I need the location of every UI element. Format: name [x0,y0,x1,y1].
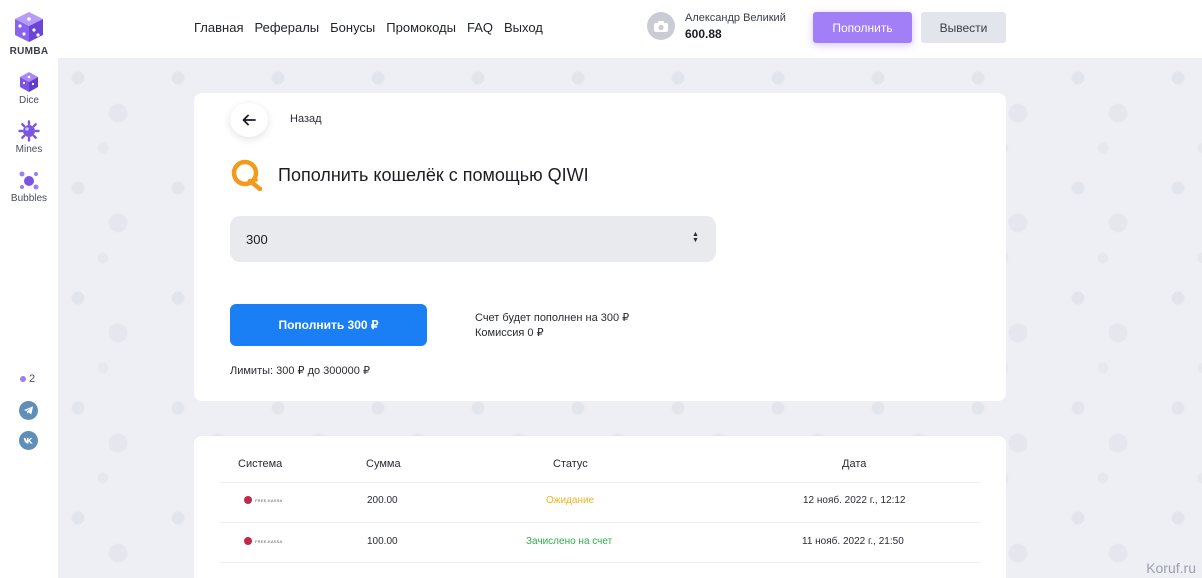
user-info: Александр Великий 600.88 [685,12,786,41]
column-header-system: Система [238,458,283,470]
online-counter: 2 [20,373,35,385]
row-divider [220,562,980,563]
credit-amount-text: Счет будет пополнен на 300 ₽ [475,312,630,324]
column-header-status: Статус [553,458,588,470]
online-count: 2 [29,373,36,385]
system-name: FREE-KASSA [255,538,283,544]
bubbles-icon [19,171,39,190]
row-divider [220,522,980,523]
freekassa-icon [244,537,252,545]
status-badge: Ожидание [546,495,595,506]
telegram-plane-icon [23,406,34,415]
date-cell: 12 нояб. 2022 г., 12:12 [803,495,906,506]
page-title: Пополнить кошелёк с помощью QIWI [278,165,589,185]
nav-link-referrals[interactable]: Рефералы [254,20,319,35]
amount-cell: 200.00 [367,495,398,506]
sidebar-item-dice[interactable]: Dice [18,71,40,106]
dice-icon [20,72,38,92]
freekassa-icon [244,496,252,504]
deposit-button[interactable]: Пополнить [813,12,912,43]
sidebar-item-mines[interactable]: Mines [15,120,43,155]
arrow-left-icon [242,114,256,126]
top-nav: Главная Рефералы Бонусы Промокоды FAQ Вы… [194,20,543,35]
sidebar-item-label: Mines [15,144,43,155]
amount-input[interactable] [230,216,716,262]
mine-icon [18,120,40,142]
back-label[interactable]: Назад [290,113,322,125]
sidebar-item-bubbles[interactable]: Bubbles [11,169,47,204]
column-header-date: Дата [842,458,867,470]
telegram-icon[interactable] [19,401,38,420]
amount-cell: 100.00 [367,536,398,547]
commission-text: Комиссия 0 ₽ [475,327,544,339]
sidebar-item-label: Bubbles [10,193,48,204]
column-header-amount: Сумма [366,458,401,470]
user-balance: 600.88 [685,26,722,41]
row-divider [220,482,980,483]
vk-icon[interactable] [19,431,38,450]
system-logo: FREE-KASSA [244,537,282,545]
user-name: Александр Великий [685,11,786,24]
logo[interactable]: RUMBA [10,10,49,57]
back-button[interactable] [230,103,268,137]
nav-link-home[interactable]: Главная [194,20,243,35]
system-name: FREE-KASSA [255,497,283,503]
withdraw-button[interactable]: Вывести [921,12,1006,43]
logo-label: RUMBA [9,46,49,57]
history-table: Система Сумма Статус Дата FREE-KASSA 200… [194,436,1006,578]
online-dot-icon [20,376,26,382]
dice-logo-icon [15,12,43,42]
limits-text: Лимиты: 300 ₽ до 300000 ₽ [230,365,370,377]
nav-link-bonuses[interactable]: Бонусы [330,20,375,35]
watermark: Koruf.ru [1146,560,1196,576]
sidebar: RUMBA Dice Mines Bubbles 2 [0,0,58,578]
stepper-down-icon[interactable]: ▼ [692,237,699,244]
payment-summary: Счет будет пополнен на 300 ₽ Комиссия 0 … [475,311,629,341]
header: Главная Рефералы Бонусы Промокоды FAQ Вы… [58,0,1202,58]
vk-logo-icon [23,437,33,444]
avatar[interactable] [647,12,675,40]
camera-icon [654,20,668,32]
sidebar-item-label: Dice [18,95,39,106]
nav-link-faq[interactable]: FAQ [467,20,493,35]
nav-link-promocodes[interactable]: Промокоды [386,20,456,35]
deposit-card: Назад Пополнить кошелёк с помощью QIWI ▲… [194,93,1006,401]
amount-stepper[interactable]: ▲ ▼ [692,231,699,244]
user-card[interactable]: Александр Великий 600.88 [628,5,800,47]
system-logo: FREE-KASSA [244,496,282,504]
pay-button[interactable]: Пополнить 300 ₽ [230,304,427,346]
qiwi-logo-icon [231,159,263,191]
date-cell: 11 нояб. 2022 г., 21:50 [802,536,904,547]
nav-link-logout[interactable]: Выход [504,20,543,35]
status-badge: Зачислено на счет [526,536,613,547]
